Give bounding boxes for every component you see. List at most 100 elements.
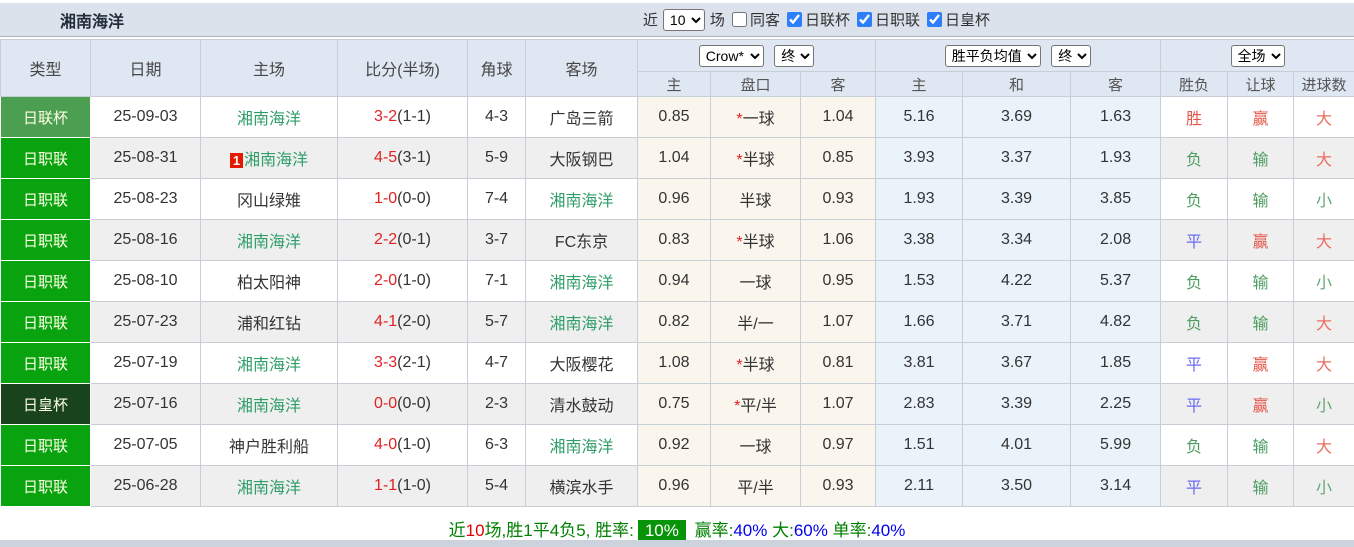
- home-team-name: 湘南海洋: [244, 152, 308, 169]
- handicap-name: 一球: [739, 439, 771, 456]
- games-label: 场: [710, 9, 725, 30]
- home-team-cell: 神户胜利船: [201, 425, 338, 466]
- full-time-score: 2-2: [374, 231, 397, 248]
- over-rate-value: 60%: [794, 521, 828, 540]
- avg-draw-cell: 3.34: [963, 220, 1071, 261]
- odds-home-cell: 0.92: [638, 425, 711, 466]
- emperor-cup-checkbox[interactable]: [927, 12, 942, 27]
- handicap-name: 半球: [743, 357, 775, 374]
- league-badge: 日职联: [1, 179, 91, 220]
- league-badge: 日职联: [1, 220, 91, 261]
- handicap-cell: 一球: [711, 425, 801, 466]
- col-header-away: 客场: [526, 40, 638, 97]
- avg-away-cell: 1.63: [1071, 97, 1161, 138]
- filter-label: 日职联: [875, 9, 920, 30]
- score-cell: 4-1(2-0): [338, 302, 468, 343]
- result-cell: 负: [1161, 179, 1228, 220]
- result-cell: 胜: [1161, 97, 1228, 138]
- league-badge: 日皇杯: [1, 384, 91, 425]
- match-row: 日职联 25-07-19 湘南海洋 3-3(2-1) 4-7 大阪樱花 1.08…: [1, 343, 1354, 384]
- away-team-cell: 湘南海洋: [526, 425, 638, 466]
- scope-dropdown-group: 全场: [1161, 40, 1354, 72]
- corner-cell: 5-7: [468, 302, 526, 343]
- scope-select[interactable]: 全场: [1231, 45, 1285, 67]
- subcol-handicap-result: 让球: [1228, 72, 1294, 97]
- odds-away-cell: 0.97: [801, 425, 876, 466]
- away-team-name: 湘南海洋: [549, 275, 613, 292]
- same-away-checkbox[interactable]: [732, 12, 747, 27]
- filter-emperor-cup[interactable]: 日皇杯: [925, 9, 990, 30]
- odds-away-cell: 1.07: [801, 302, 876, 343]
- match-count-select[interactable]: 10: [663, 9, 705, 31]
- subcol-handicap: 盘口: [711, 72, 801, 97]
- handicap-name: 半球: [743, 152, 775, 169]
- avg-away-cell: 3.85: [1071, 179, 1161, 220]
- avg-home-cell: 1.51: [876, 425, 963, 466]
- odds-away-cell: 0.93: [801, 466, 876, 507]
- summary-count: 10: [466, 521, 485, 540]
- home-team-name: 湘南海洋: [237, 357, 301, 374]
- j-league-checkbox[interactable]: [857, 12, 872, 27]
- avg-state-select[interactable]: 终: [1051, 45, 1091, 67]
- corner-cell: 4-3: [468, 97, 526, 138]
- home-team-name: 冈山绿雉: [237, 193, 301, 210]
- handicap-cell: 半/一: [711, 302, 801, 343]
- handicap-name: 半/一: [737, 316, 773, 333]
- avg-type-select[interactable]: 胜平负均值: [945, 45, 1041, 67]
- filter-league-cup[interactable]: 日联杯: [785, 9, 850, 30]
- avg-away-cell: 5.99: [1071, 425, 1161, 466]
- goals-result-cell: 小: [1294, 384, 1354, 425]
- odds-away-cell: 0.93: [801, 179, 876, 220]
- subcol-odds-home: 主: [638, 72, 711, 97]
- goals-result-cell: 大: [1294, 220, 1354, 261]
- handicap-name: 平/半: [740, 398, 776, 415]
- home-team-cell: 湘南海洋: [201, 466, 338, 507]
- full-time-score: 3-3: [374, 354, 397, 371]
- half-time-score: (1-0): [397, 477, 431, 494]
- col-header-home: 主场: [201, 40, 338, 97]
- avg-home-cell: 3.81: [876, 343, 963, 384]
- avg-dropdown-group: 胜平负均值 终: [876, 40, 1161, 72]
- odds-home-cell: 0.75: [638, 384, 711, 425]
- match-date: 25-08-31: [91, 138, 201, 179]
- league-cup-checkbox[interactable]: [787, 12, 802, 27]
- match-date: 25-07-16: [91, 384, 201, 425]
- handicap-cell: 平/半: [711, 466, 801, 507]
- avg-away-cell: 1.85: [1071, 343, 1161, 384]
- handicap-cell: *半球: [711, 343, 801, 384]
- odds-away-cell: 0.85: [801, 138, 876, 179]
- match-row: 日职联 25-08-31 1湘南海洋 4-5(3-1) 5-9 大阪钢巴 1.0…: [1, 138, 1354, 179]
- subcol-goals: 进球数: [1294, 72, 1354, 97]
- home-team-name: 湘南海洋: [237, 234, 301, 251]
- over-rate-label: 大:: [772, 521, 794, 540]
- odds-company-select[interactable]: Crow*: [699, 45, 764, 67]
- goals-result-cell: 小: [1294, 466, 1354, 507]
- away-team-name: FC东京: [555, 234, 608, 251]
- odds-home-cell: 0.96: [638, 466, 711, 507]
- full-time-score: 4-1: [374, 313, 397, 330]
- handicap-name: 一球: [743, 111, 775, 128]
- goals-result-cell: 小: [1294, 261, 1354, 302]
- odds-home-cell: 0.96: [638, 179, 711, 220]
- handicap-result-cell: 输: [1228, 466, 1294, 507]
- near-label: 近: [643, 9, 658, 30]
- home-team-cell: 1湘南海洋: [201, 138, 338, 179]
- away-team-name: 大阪钢巴: [549, 152, 613, 169]
- filter-j-league[interactable]: 日职联: [855, 9, 920, 30]
- match-date: 25-08-10: [91, 261, 201, 302]
- home-team-cell: 湘南海洋: [201, 220, 338, 261]
- odds-state-select[interactable]: 终: [774, 45, 814, 67]
- full-time-score: 4-5: [374, 149, 397, 166]
- matches-table: 类型 日期 主场 比分(半场) 角球 客场 Crow* 终 胜平负均值 终: [0, 39, 1354, 507]
- handicap-result-cell: 赢: [1228, 343, 1294, 384]
- league-badge: 日职联: [1, 425, 91, 466]
- away-team-cell: 广岛三箭: [526, 97, 638, 138]
- match-date: 25-06-28: [91, 466, 201, 507]
- handicap-name: 半球: [739, 193, 771, 210]
- match-date: 25-08-16: [91, 220, 201, 261]
- score-cell: 2-0(1-0): [338, 261, 468, 302]
- same-away-filter[interactable]: 同客: [730, 9, 780, 30]
- avg-draw-cell: 3.71: [963, 302, 1071, 343]
- summary-near-label: 近: [449, 521, 466, 540]
- goals-result-cell: 小: [1294, 179, 1354, 220]
